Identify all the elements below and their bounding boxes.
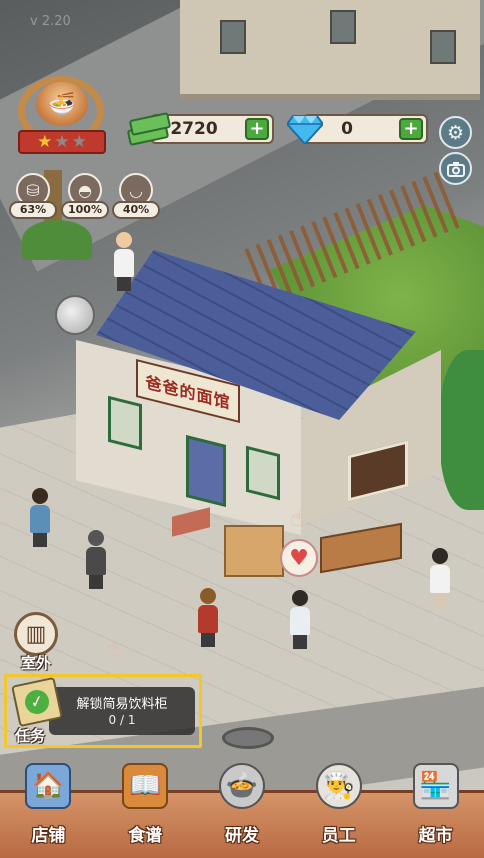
outdoor-label: 室外: [20, 654, 51, 672]
nav-item-market[interactable]: 🏪 超市: [387, 763, 484, 858]
version-label: v 2.20: [30, 14, 71, 29]
tap-hint-icon: ☝: [290, 504, 305, 532]
shop-door[interactable]: [186, 435, 226, 507]
nav-item-staff[interactable]: 👨‍🍳 员工: [290, 763, 387, 858]
restaurant-rank-badge[interactable]: 🍜 ★ ★ ★: [12, 72, 110, 160]
cash-icon: [126, 112, 172, 148]
nav-label: 超市: [418, 826, 453, 846]
task-progress: 0 / 1: [108, 713, 136, 727]
bottom-navigation: 🏠 店铺 📖 食谱 🍲 研发 👨‍🍳 员工 🏪 超市: [0, 763, 484, 858]
stat-value: 40%: [112, 201, 160, 219]
outdoor-button[interactable]: ▥ 室外: [12, 612, 60, 674]
customer-figure[interactable]: [114, 232, 134, 292]
clipboard-icon: ✓: [11, 676, 63, 728]
nav-item-recipes[interactable]: 📖 食谱: [97, 763, 194, 858]
star-empty-icon: ★: [71, 131, 87, 152]
manhole-cover: [222, 727, 274, 749]
heart-bubble-icon[interactable]: ♥: [280, 539, 318, 577]
stat-food[interactable]: ◓ 100%: [61, 173, 109, 219]
shop-window: [246, 445, 280, 501]
task-info-box: 解锁简易饮料柜 0 / 1: [49, 687, 195, 735]
customer-figure[interactable]: [30, 488, 50, 548]
rank-stars: ★ ★ ★: [18, 130, 106, 154]
star-filled-icon: ★: [37, 131, 53, 152]
tap-hint-icon: ☝: [106, 634, 121, 662]
task-title: 解锁简易饮料柜: [76, 697, 168, 712]
noodle-shop-building[interactable]: 爸爸的面馆: [76, 250, 446, 550]
settings-button[interactable]: ⚙: [439, 116, 472, 149]
nav-label: 研发: [224, 826, 259, 846]
cooking-pot-icon: 🍲: [218, 763, 265, 809]
noodle-bowl-icon: 🍜: [36, 82, 88, 126]
recipe-book-icon: 📖: [122, 763, 169, 809]
nav-label: 食谱: [128, 826, 163, 846]
background-building: [180, 0, 480, 100]
shop-window: [108, 395, 142, 451]
tree-right: [440, 350, 484, 510]
staff-icon: 👨‍🍳: [315, 763, 362, 809]
task-panel[interactable]: 解锁简易饮料柜 0 / 1 ✓ 任务: [4, 674, 202, 748]
nav-item-research[interactable]: 🍲 研发: [194, 763, 291, 858]
nav-item-shop[interactable]: 🏠 店铺: [0, 763, 97, 858]
nav-label: 员工: [321, 826, 356, 846]
diamond-icon: [287, 115, 323, 144]
satellite-dish: [55, 295, 95, 335]
checkmark-icon: ✓: [22, 687, 52, 717]
camera-icon: [446, 161, 465, 177]
storefront-icon: 🏠: [25, 763, 72, 809]
stat-noodles[interactable]: ◡ 40%: [112, 173, 160, 219]
task-label: 任务: [15, 727, 46, 745]
add-cash-button[interactable]: +: [245, 118, 269, 140]
cardboard-boxes[interactable]: [224, 525, 284, 577]
add-diamond-button[interactable]: +: [399, 118, 423, 140]
customer-figure[interactable]: [198, 588, 218, 648]
customer-figure[interactable]: [86, 530, 106, 590]
stat-comfort[interactable]: ⛁ 63%: [9, 173, 57, 219]
supermarket-icon: 🏪: [412, 763, 459, 809]
camera-button[interactable]: [439, 152, 472, 185]
customer-figure[interactable]: [290, 590, 310, 650]
nav-label: 店铺: [31, 826, 66, 846]
customer-figure[interactable]: [430, 548, 450, 608]
stat-value: 100%: [61, 201, 109, 219]
stat-value: 63%: [9, 201, 57, 219]
gear-icon: ⚙: [446, 121, 465, 144]
door-icon: ▥: [14, 612, 58, 656]
star-empty-icon: ★: [54, 131, 70, 152]
